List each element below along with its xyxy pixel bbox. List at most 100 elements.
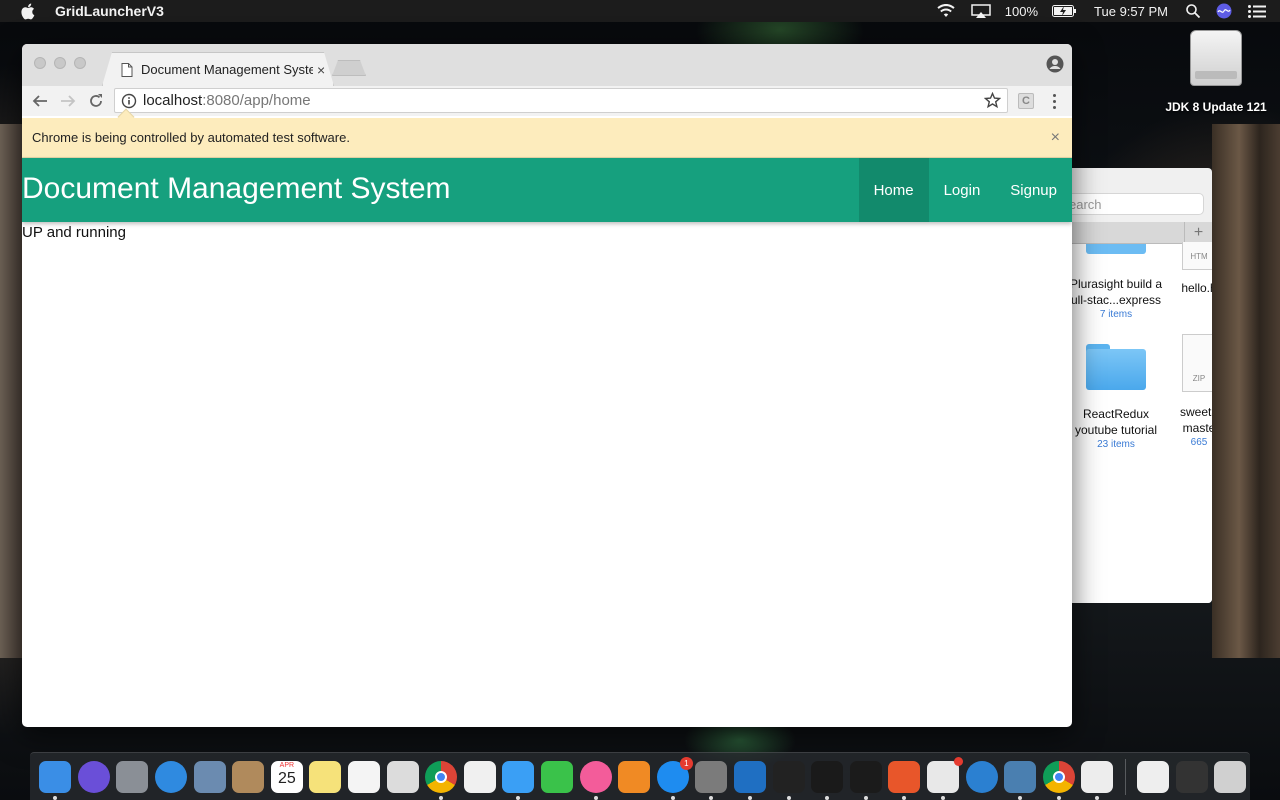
airplay-icon[interactable] <box>971 0 991 22</box>
slack-badge <box>953 756 963 766</box>
system-preferences-icon[interactable] <box>695 760 728 800</box>
minimize-window-button[interactable] <box>54 57 66 69</box>
photo-viewer-icon[interactable] <box>386 760 419 793</box>
spotlight-search-icon[interactable] <box>1186 0 1200 22</box>
infobar-message: Chrome is being controlled by automated … <box>32 130 350 145</box>
finder-item-count: 23 items <box>1097 439 1135 450</box>
finder-folder-item[interactable]: Plurasight build a ull-stac...express 7 … <box>1068 244 1164 322</box>
site-info-icon[interactable] <box>121 93 137 109</box>
screenshot-icon[interactable] <box>1175 760 1208 793</box>
extension-icon[interactable]: C <box>1018 93 1034 109</box>
running-indicator <box>786 795 791 800</box>
launchpad-icon[interactable] <box>116 760 149 793</box>
tab-title: Document Management System <box>141 62 313 77</box>
terminal-2-icon[interactable] <box>811 760 844 800</box>
nav-home-link[interactable]: Home <box>858 158 929 222</box>
bookmark-star-icon[interactable] <box>983 91 1002 113</box>
photos-icon[interactable] <box>463 760 496 793</box>
browser-toolbar: localhost:8080/app/home C <box>22 86 1072 116</box>
trash-icon[interactable] <box>1214 760 1247 793</box>
messages-icon[interactable] <box>502 760 535 800</box>
running-indicator <box>516 795 521 800</box>
running-indicator <box>1056 795 1061 800</box>
notes-icon[interactable] <box>309 760 342 793</box>
close-window-button[interactable] <box>34 57 46 69</box>
chrome-2-icon[interactable] <box>1042 760 1075 800</box>
dock: APR 25 1 <box>30 752 1250 800</box>
back-button[interactable] <box>29 90 51 112</box>
chrome-menu-icon[interactable] <box>1046 91 1062 111</box>
profile-icon[interactable] <box>1046 55 1064 73</box>
running-indicator <box>1095 795 1100 800</box>
status-text: UP and running <box>22 224 126 241</box>
appstore-icon[interactable]: 1 <box>656 756 693 800</box>
siri-icon[interactable] <box>77 760 110 793</box>
postman-icon[interactable] <box>888 760 921 800</box>
calendar-icon[interactable]: APR 25 <box>270 760 303 793</box>
postgres-icon[interactable] <box>1004 760 1037 800</box>
itunes-icon[interactable] <box>579 760 612 800</box>
apple-menu-icon[interactable] <box>20 3 38 20</box>
window-controls <box>34 57 86 69</box>
slack-icon[interactable] <box>926 756 963 800</box>
finder-window[interactable]: earch + Plurasight build a ull-stac...ex… <box>1066 168 1212 603</box>
vscode-icon[interactable] <box>733 760 766 800</box>
address-bar[interactable]: localhost:8080/app/home <box>114 88 1008 113</box>
finder-search-field[interactable]: earch <box>1066 193 1204 215</box>
ibooks-icon[interactable] <box>618 760 651 793</box>
finder-item-name: Plurasight build a <box>1069 277 1163 291</box>
jar-file-icon[interactable] <box>1136 760 1169 793</box>
finder-file-item[interactable]: ZIP sweeta maste 665 <box>1174 334 1212 450</box>
ie-icon[interactable] <box>965 760 998 793</box>
nav-signup-link[interactable]: Signup <box>995 158 1072 222</box>
notification-center-icon[interactable] <box>1248 0 1266 22</box>
running-indicator <box>670 795 675 800</box>
finder-icon[interactable] <box>39 760 72 800</box>
reload-button[interactable] <box>85 90 107 112</box>
active-app-name[interactable]: GridLauncherV3 <box>55 3 164 19</box>
facetime-icon[interactable] <box>541 760 574 793</box>
chrome-window[interactable]: Document Management System × localhost:8… <box>22 44 1072 727</box>
running-indicator <box>1018 795 1023 800</box>
appstore-badge: 1 <box>679 756 693 770</box>
forward-button[interactable] <box>57 90 79 112</box>
nav-login-link[interactable]: Login <box>929 158 996 222</box>
new-tab-button[interactable] <box>332 60 366 76</box>
infobar-close-icon[interactable]: × <box>1051 129 1060 147</box>
finder-new-tab-button[interactable]: + <box>1184 222 1212 244</box>
desktop-drive-icon[interactable]: JDK 8 Update 121 <box>1160 30 1272 114</box>
running-indicator <box>53 795 58 800</box>
finder-content: Plurasight build a ull-stac...express 7 … <box>1066 242 1212 603</box>
wallpaper-left-strip <box>0 124 22 658</box>
wifi-icon[interactable] <box>937 0 955 22</box>
contacts-icon[interactable] <box>232 760 265 793</box>
close-tab-icon[interactable]: × <box>317 62 325 78</box>
finder-item-count: 7 items <box>1099 309 1133 320</box>
page-icon <box>121 62 133 77</box>
running-indicator <box>709 795 714 800</box>
intellij-icon[interactable] <box>849 760 882 800</box>
battery-icon[interactable] <box>1052 0 1077 22</box>
menubar-clock[interactable]: Tue 9:57 PM <box>1094 4 1168 19</box>
chrome-icon[interactable] <box>425 760 458 800</box>
app-navbar: Document Management System Home Login Si… <box>22 158 1072 222</box>
finder-tab-bar: + <box>1066 222 1212 244</box>
siri-icon[interactable] <box>1216 0 1232 22</box>
nav-links: Home Login Signup <box>858 158 1072 222</box>
zoom-window-button[interactable] <box>74 57 86 69</box>
finder-item-count: 665 <box>1190 437 1208 448</box>
finder-folder-item[interactable]: ReactRedux youtube tutorial 23 items <box>1068 344 1164 452</box>
battery-percent: 100% <box>1004 3 1039 19</box>
terminal-icon[interactable] <box>772 760 805 800</box>
preview-icon[interactable] <box>193 760 226 793</box>
java-icon[interactable] <box>1081 760 1114 800</box>
app-brand[interactable]: Document Management System <box>22 172 451 206</box>
finder-file-item[interactable]: HTM hello.h <box>1174 242 1212 296</box>
dock-separator <box>1124 758 1126 795</box>
safari-icon[interactable] <box>155 760 188 793</box>
reminders-icon[interactable] <box>348 760 381 793</box>
browser-tab[interactable]: Document Management System × <box>102 52 334 86</box>
wallpaper-right-strip <box>1212 124 1280 658</box>
drive-label: JDK 8 Update 121 <box>1165 100 1267 114</box>
tab-strip: Document Management System × <box>22 44 1072 86</box>
